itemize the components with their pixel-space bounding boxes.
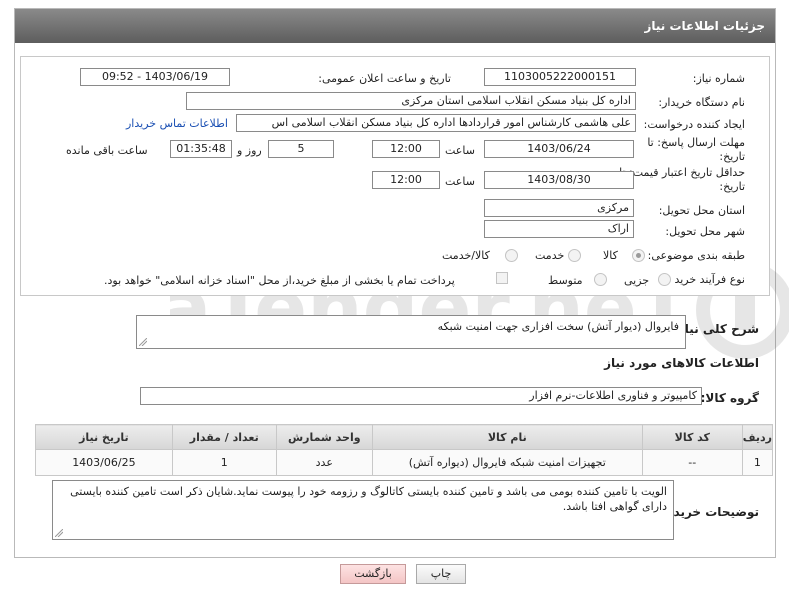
- category-option-service: خدمت: [535, 249, 565, 262]
- creator-label: ایجاد کننده درخواست:: [643, 118, 745, 131]
- announce-date-label: تاریخ و ساعت اعلان عمومی:: [318, 72, 451, 85]
- cell-unit: عدد: [275, 449, 373, 476]
- price-validity-date-field: 1403/08/30: [484, 171, 634, 189]
- col-header-name: نام کالا: [371, 424, 643, 450]
- table-header-row: ردیف کد کالا نام کالا واحد شمارش تعداد /…: [35, 424, 774, 450]
- summary-text: فایروال (دیوار آتش) سخت افزاری جهت امنیت…: [437, 320, 679, 333]
- reply-days-field: 5: [268, 140, 334, 158]
- goods-group-field: کامپیوتر و فناوری اطلاعات-نرم افزار: [140, 387, 702, 405]
- treasury-note: پرداخت تمام یا بخشی از مبلغ خرید،از محل …: [104, 274, 455, 287]
- goods-info-title: اطلاعات کالاهای مورد نیاز: [604, 356, 759, 370]
- buyer-contact-link[interactable]: اطلاعات تماس خریدار: [126, 117, 228, 130]
- buyer-notes-text: الویت با تامین کننده بومی می باشد و تامی…: [70, 485, 667, 513]
- summary-field: فایروال (دیوار آتش) سخت افزاری جهت امنیت…: [136, 315, 686, 349]
- resize-grip-icon[interactable]: [55, 529, 63, 537]
- goods-group-label: گروه کالا:: [700, 391, 759, 405]
- category-radio-goods-service[interactable]: [505, 249, 518, 262]
- col-header-unit: واحد شمارش: [275, 424, 373, 450]
- col-header-date: تاریخ نیاز: [35, 424, 173, 450]
- category-label: طبقه بندی موضوعی:: [647, 249, 745, 262]
- cell-code: --: [641, 449, 743, 476]
- price-validity-time-field: 12:00: [372, 171, 440, 189]
- category-option-goods-service: کالا/خدمت: [442, 249, 490, 262]
- treasury-checkbox[interactable]: [496, 272, 508, 284]
- price-validity-label: حداقل تاریخ اعتبار قیمت: تا تاریخ:: [619, 166, 745, 193]
- cell-date: 1403/06/25: [35, 449, 173, 476]
- process-radio-medium[interactable]: [594, 273, 607, 286]
- cell-qty: 1: [171, 449, 277, 476]
- price-validity-time-label: ساعت: [445, 175, 475, 188]
- cell-row: 1: [741, 449, 774, 476]
- goods-table: ردیف کد کالا نام کالا واحد شمارش تعداد /…: [35, 424, 774, 476]
- table-row: 1 -- تجهیزات امنیت شبکه فایروال (دیواره …: [35, 449, 774, 476]
- reply-time-label: ساعت: [445, 144, 475, 157]
- category-radio-goods[interactable]: [632, 249, 645, 262]
- buyer-org-label: نام دستگاه خریدار:: [658, 96, 745, 109]
- category-radio-service[interactable]: [568, 249, 581, 262]
- reply-time-field: 12:00: [372, 140, 440, 158]
- delivery-province-field: مرکزی: [484, 199, 634, 217]
- remaining-time-label: ساعت باقی مانده: [66, 144, 148, 157]
- process-option-medium: متوسط: [548, 274, 583, 287]
- process-option-minor: جزیی: [624, 274, 650, 287]
- col-header-qty: تعداد / مقدار: [171, 424, 277, 450]
- delivery-city-label: شهر محل تحویل:: [665, 225, 745, 238]
- col-header-row: ردیف: [741, 424, 774, 450]
- resize-grip-icon[interactable]: [139, 338, 147, 346]
- cell-name: تجهیزات امنیت شبکه فایروال (دیواره آتش): [371, 449, 643, 476]
- process-type-label: نوع فرآیند خرید :: [667, 273, 745, 286]
- announce-date-field: 1403/06/19 - 09:52: [80, 68, 230, 86]
- panel-title: جزئیات اطلاعات نیاز: [15, 9, 775, 43]
- need-number-label: شماره نیاز:: [692, 72, 745, 85]
- remaining-time-field: 01:35:48: [170, 140, 232, 158]
- process-radio-minor[interactable]: [658, 273, 671, 286]
- creator-field: علی هاشمی کارشناس امور قراردادها اداره ک…: [236, 114, 636, 132]
- need-number-field: 1103005222000151: [484, 68, 636, 86]
- back-button[interactable]: بازگشت: [340, 564, 406, 584]
- col-header-code: کد کالا: [641, 424, 743, 450]
- buyer-org-field: اداره کل بنیاد مسکن انقلاب اسلامی استان …: [186, 92, 636, 110]
- buyer-notes-field: الویت با تامین کننده بومی می باشد و تامی…: [52, 480, 674, 540]
- delivery-province-label: استان محل تحویل:: [658, 204, 745, 217]
- delivery-city-field: اراک: [484, 220, 634, 238]
- print-button[interactable]: چاپ: [416, 564, 466, 584]
- category-option-goods: کالا: [603, 249, 618, 262]
- reply-date-field: 1403/06/24: [484, 140, 634, 158]
- reply-deadline-label: مهلت ارسال پاسخ: تا تاریخ:: [647, 136, 745, 163]
- reply-days-label: روز و: [237, 144, 262, 157]
